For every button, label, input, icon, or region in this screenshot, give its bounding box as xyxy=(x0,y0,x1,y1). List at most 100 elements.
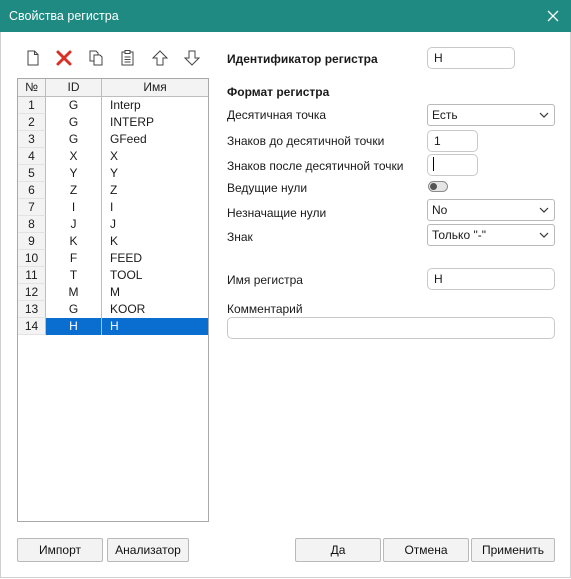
row-number-cell: 4 xyxy=(18,148,46,165)
leading-zeros-toggle[interactable] xyxy=(428,181,448,192)
sign-select[interactable]: Только "-" xyxy=(427,224,555,246)
row-name-cell: J xyxy=(110,217,116,231)
column-header-num[interactable]: № xyxy=(18,79,46,96)
window-title: Свойства регистра xyxy=(9,9,119,23)
table-row[interactable]: 4XX xyxy=(18,148,208,165)
row-number-cell: 12 xyxy=(18,284,46,301)
register-id-input[interactable]: H xyxy=(427,47,515,69)
trailing-zeros-value: No xyxy=(432,203,448,217)
row-name-cell: FEED xyxy=(110,251,143,265)
row-id-cell: G xyxy=(46,131,102,148)
register-name-label: Имя регистра xyxy=(227,273,303,287)
text-caret xyxy=(433,157,434,171)
row-name-cell: X xyxy=(110,149,119,163)
table-row[interactable]: 8JJ xyxy=(18,216,208,233)
import-button[interactable]: Импорт xyxy=(17,538,103,562)
row-name-cell: M xyxy=(110,285,120,299)
digits-after-label: Знаков после десятичной точки xyxy=(227,159,404,173)
comment-label: Комментарий xyxy=(227,302,303,316)
row-number-cell: 13 xyxy=(18,301,46,318)
comment-input[interactable] xyxy=(227,317,555,339)
row-id-cell: G xyxy=(46,97,102,114)
new-document-icon[interactable] xyxy=(24,49,42,67)
row-name-cell: KOOR xyxy=(110,302,146,316)
row-id-cell: J xyxy=(46,216,102,233)
row-id-cell: X xyxy=(46,148,102,165)
row-name-cell: I xyxy=(110,200,114,214)
row-id-cell: H xyxy=(46,318,102,335)
row-id-cell: T xyxy=(46,267,102,284)
move-down-icon[interactable] xyxy=(183,49,201,67)
decimal-point-label: Десятичная точка xyxy=(227,108,327,122)
row-number-cell: 1 xyxy=(18,97,46,114)
toggle-knob xyxy=(430,183,437,190)
row-id-cell: K xyxy=(46,233,102,250)
row-number-cell: 8 xyxy=(18,216,46,233)
chevron-down-icon xyxy=(539,207,549,213)
table-row[interactable]: 11 T TOOL xyxy=(18,267,208,284)
row-name-cell: H xyxy=(102,318,208,335)
apply-button[interactable]: Применить xyxy=(471,538,555,562)
row-number-cell: 14 xyxy=(18,318,46,335)
row-name-cell: INTERP xyxy=(110,115,155,129)
table-row[interactable]: 13 G KOOR xyxy=(18,301,208,318)
row-name-cell: K xyxy=(110,234,119,248)
copy-icon[interactable] xyxy=(87,49,105,67)
row-number-cell: 3 xyxy=(18,131,46,148)
row-number-cell: 2 xyxy=(18,114,46,131)
table-row[interactable]: 9KK xyxy=(18,233,208,250)
row-id-cell: I xyxy=(46,199,102,216)
register-table[interactable]: № ID Имя 1 G Interp 2 G INTERP 3 G GFeed 4 X X 5 Y Y 6 Z… xyxy=(17,78,209,522)
table-row[interactable]: 5YY xyxy=(18,165,208,182)
paste-icon[interactable] xyxy=(119,49,137,67)
row-id-cell: M xyxy=(46,284,102,301)
leading-zeros-label: Ведущие нули xyxy=(227,181,308,195)
delete-icon[interactable] xyxy=(55,49,73,67)
digits-after-input[interactable] xyxy=(427,154,478,176)
row-name-cell: TOOL xyxy=(110,268,143,282)
sign-value: Только "-" xyxy=(432,228,486,242)
table-row[interactable]: 2 G INTERP xyxy=(18,114,208,131)
row-number-cell: 6 xyxy=(18,182,46,199)
cancel-button[interactable]: Отмена xyxy=(383,538,469,562)
analyzer-button[interactable]: Анализатор xyxy=(107,538,189,562)
row-number-cell: 7 xyxy=(18,199,46,216)
table-row[interactable]: 14 H H xyxy=(18,318,208,335)
row-number-cell: 5 xyxy=(18,165,46,182)
trailing-zeros-select[interactable]: No xyxy=(427,199,555,221)
row-id-cell: Y xyxy=(46,165,102,182)
digits-before-label: Знаков до десятичной точки xyxy=(227,134,385,148)
sign-label: Знак xyxy=(227,230,253,244)
column-header-name[interactable]: Имя xyxy=(102,79,208,96)
digits-before-input[interactable]: 1 xyxy=(427,130,478,152)
decimal-point-value: Есть xyxy=(432,108,458,122)
move-up-icon[interactable] xyxy=(151,49,169,67)
row-id-cell: F xyxy=(46,250,102,267)
table-row[interactable]: 1 G Interp xyxy=(18,97,208,114)
chevron-down-icon xyxy=(539,112,549,118)
close-icon[interactable] xyxy=(543,6,563,26)
row-number-cell: 11 xyxy=(18,267,46,284)
table-header: № ID Имя xyxy=(18,79,208,97)
row-id-cell: G xyxy=(46,301,102,318)
table-row[interactable]: 3 G GFeed xyxy=(18,131,208,148)
ok-button[interactable]: Да xyxy=(295,538,381,562)
register-name-input[interactable]: H xyxy=(427,268,555,290)
table-row[interactable]: 10 F FEED xyxy=(18,250,208,267)
table-row[interactable]: 12 M M xyxy=(18,284,208,301)
row-id-cell: G xyxy=(46,114,102,131)
row-name-cell: Interp xyxy=(110,98,141,112)
register-id-label: Идентификатор регистра xyxy=(227,52,378,66)
chevron-down-icon xyxy=(539,232,549,238)
row-name-cell: Y xyxy=(110,166,119,180)
row-id-cell: Z xyxy=(46,182,102,199)
row-number-cell: 10 xyxy=(18,250,46,267)
trailing-zeros-label: Незначащие нули xyxy=(227,206,327,220)
table-row[interactable]: 7II xyxy=(18,199,208,216)
row-name-cell: GFeed xyxy=(110,132,147,146)
table-row[interactable]: 6ZZ xyxy=(18,182,208,199)
column-header-id[interactable]: ID xyxy=(46,79,102,96)
row-name-cell: Z xyxy=(110,183,118,197)
title-bar: Свойства регистра xyxy=(0,0,571,32)
decimal-point-select[interactable]: Есть xyxy=(427,104,555,126)
